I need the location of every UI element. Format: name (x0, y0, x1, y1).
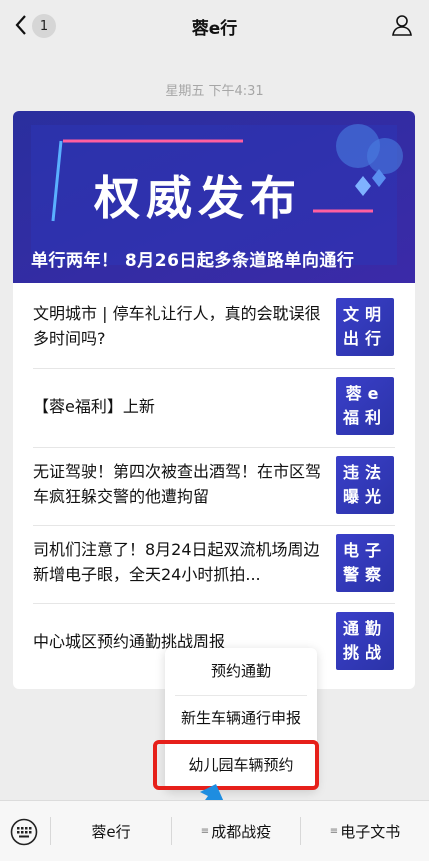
thumbnail-text: 蓉e (345, 384, 385, 403)
top-bar: 1 蓉e行 (0, 0, 429, 52)
article-thumbnail: 违法 曝光 (336, 456, 394, 514)
banner-headline: 权威发布 (93, 171, 302, 225)
article-thumbnail: 文明 出行 (336, 298, 394, 356)
article-thumbnail: 电子 警察 (336, 534, 394, 592)
banner-caption: 单行两年！ 8月26日起多条道路单向通行 (31, 251, 355, 271)
thumbnail-text: 福利 (342, 408, 387, 427)
menu-label: 蓉e行 (91, 823, 131, 841)
article-title: 司机们注意了！8月24日起双流机场周边新增电子眼，全天24小时抓拍... (33, 540, 320, 584)
submenu-icon: ≡ (329, 826, 339, 837)
thumbnail-text: 违法 (342, 463, 387, 482)
page-title: 蓉e行 (191, 18, 238, 39)
article-item[interactable]: 司机们注意了！8月24日起双流机场周边新增电子眼，全天24小时抓拍... 电子 … (13, 525, 415, 603)
unread-count-badge[interactable]: 1 (32, 14, 56, 38)
menu-item-new-vehicle-declaration[interactable]: 新生车辆通行申报 (165, 695, 317, 742)
menu-item-commute-booking[interactable]: 预约通勤 (165, 648, 317, 695)
thumbnail-text: 出行 (342, 329, 387, 348)
bottom-menu-rongexing[interactable]: 蓉e行 (51, 801, 171, 861)
thumbnail-text: 曝光 (342, 487, 387, 506)
thumbnail-text: 挑战 (342, 643, 387, 662)
article-title: 无证驾驶！第四次被查出酒驾！在市区驾车疯狂躲交警的他遭拘留 (33, 462, 322, 506)
menu-label: 成都战疫 (211, 823, 272, 841)
bottom-menu-e-documents[interactable]: ≡ 电子文书 (301, 801, 429, 861)
article-thumbnail: 通勤 挑战 (336, 612, 394, 670)
banner-article[interactable]: 权威发布 单行两年！ 8月26日起多条道路单向通行 (13, 111, 415, 283)
article-item[interactable]: 【蓉e福利】上新 蓉e 福利 (13, 368, 415, 446)
article-item[interactable]: 无证驾驶！第四次被查出酒驾！在市区驾车疯狂躲交警的他遭拘留 违法 曝光 (13, 447, 415, 525)
user-profile-icon[interactable] (391, 14, 413, 36)
thumbnail-text: 文明 (342, 305, 387, 324)
article-title: 【蓉e福利】上新 (33, 397, 155, 416)
bottom-menu-bar: 蓉e行 ≡ 成都战疫 ≡ 电子文书 (0, 800, 429, 861)
bottom-menu-chengdu-epidemic[interactable]: ≡ 成都战疫 (172, 801, 300, 861)
back-arrow-icon[interactable] (14, 14, 28, 36)
thumbnail-text: 警察 (342, 565, 387, 584)
thumbnail-text: 通勤 (342, 619, 387, 638)
keyboard-icon[interactable] (10, 818, 38, 846)
article-thumbnail: 蓉e 福利 (336, 377, 394, 435)
article-title: 文明城市 | 停车礼让行人，真的会耽误很多时间吗? (33, 304, 321, 348)
article-card: 权威发布 单行两年！ 8月26日起多条道路单向通行 文明城市 | 停车礼让行人，… (13, 111, 415, 689)
article-item[interactable]: 文明城市 | 停车礼让行人，真的会耽误很多时间吗? 文明 出行 (13, 289, 415, 367)
message-timestamp: 星期五 下午4:31 (165, 84, 264, 99)
thumbnail-text: 电子 (342, 541, 387, 560)
submenu-icon: ≡ (200, 826, 210, 837)
menu-label: 电子文书 (340, 823, 401, 841)
